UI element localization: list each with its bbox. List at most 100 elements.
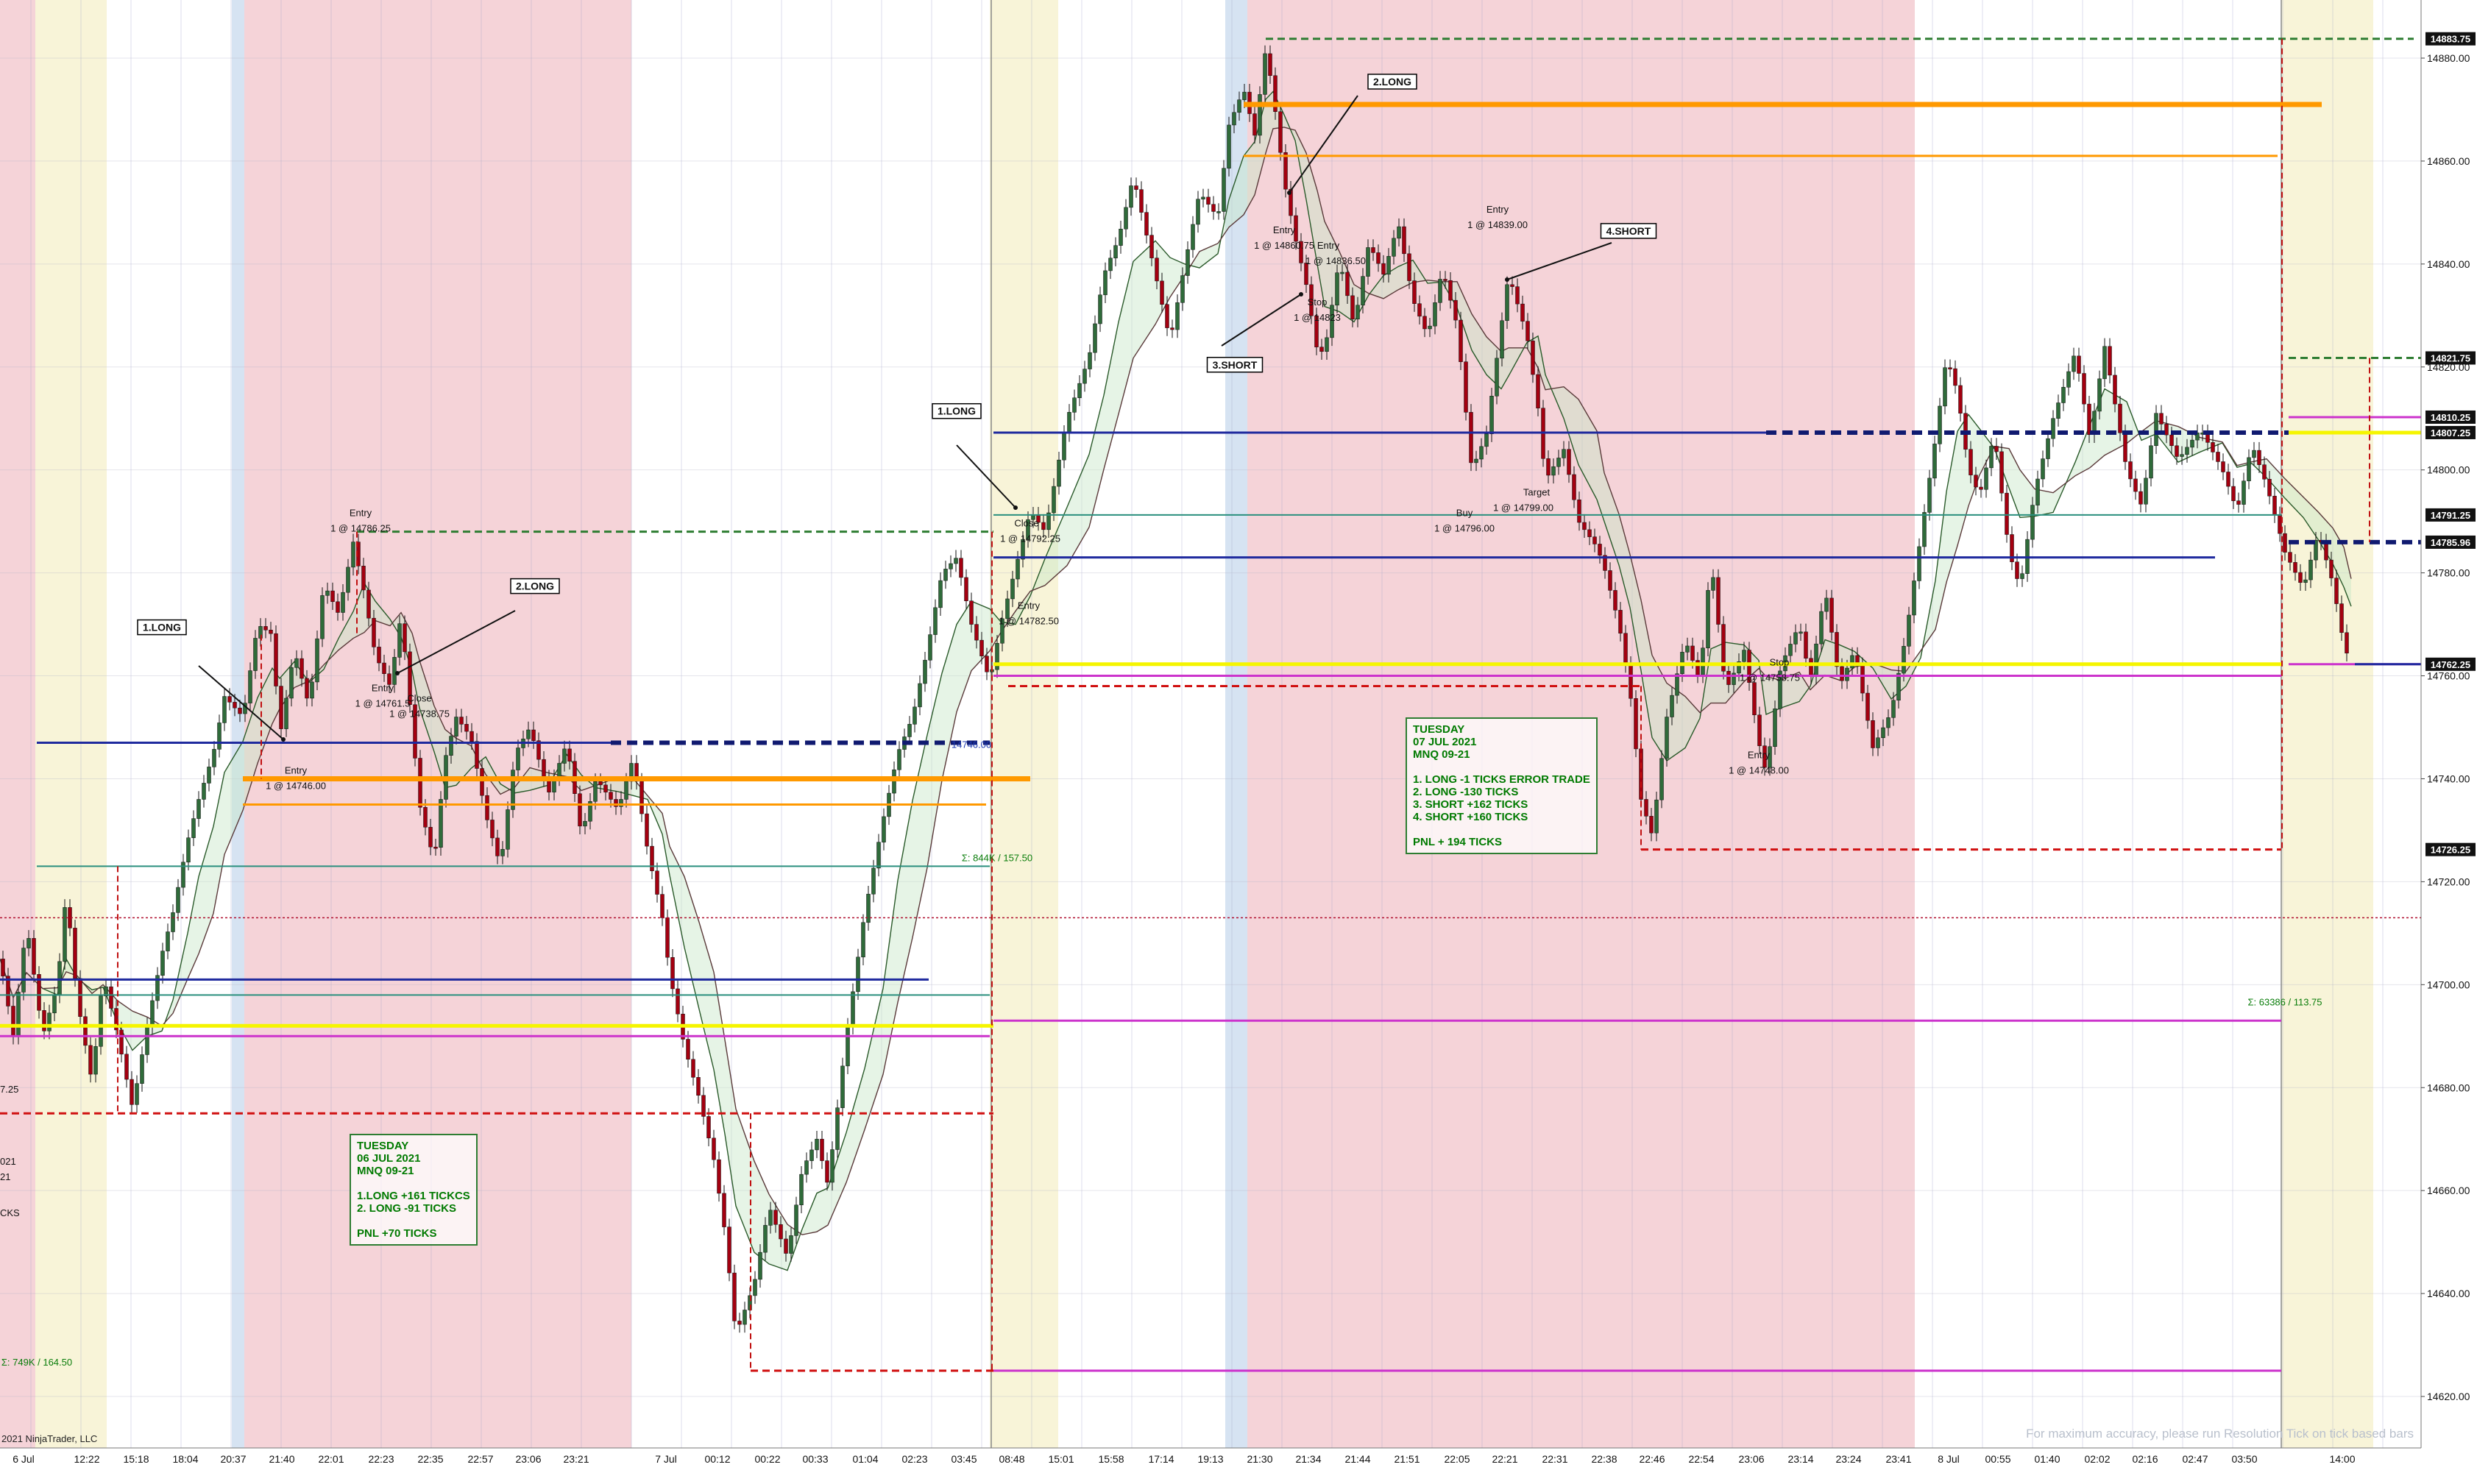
candle <box>1191 224 1195 250</box>
candle <box>377 647 381 664</box>
candle <box>454 717 458 736</box>
candle <box>1845 667 1849 681</box>
trade-annotation: Entry <box>1748 749 1771 760</box>
candle <box>2082 373 2086 405</box>
trade-annotation: 1 @ 14839.00 <box>1467 219 1528 230</box>
time-tick-label: 23:14 <box>1787 1453 1813 1465</box>
candle <box>1634 698 1638 750</box>
time-tick-label: 00:12 <box>704 1453 730 1465</box>
candle <box>2046 438 2050 459</box>
price-chart-svg[interactable]: 1.LONG 2.LONG 1.LONG 2.LONG 3.SHORT 4.SHORT En… <box>0 0 2477 1480</box>
candle <box>1896 672 1901 701</box>
candle <box>325 590 330 596</box>
candle <box>2035 478 2040 505</box>
time-tick-label: 22:57 <box>467 1453 493 1465</box>
time-tick-label: 22:31 <box>1542 1453 1567 1465</box>
trade-annotation: Σ: 749K / 164.50 <box>1 1357 72 1368</box>
trade-annotation: Stop <box>1308 297 1328 308</box>
candle <box>403 623 407 653</box>
candle <box>1495 358 1499 397</box>
candle <box>949 563 953 569</box>
candle <box>1515 286 1520 305</box>
candle <box>1773 709 1777 747</box>
candle <box>186 837 191 863</box>
candle <box>78 978 82 1017</box>
candle <box>1685 645 1690 653</box>
candle <box>320 595 325 639</box>
price-tick-label: 14720.00 <box>2427 876 2470 887</box>
candle <box>784 1238 788 1254</box>
trade-label: 2.LONG <box>516 581 554 592</box>
candle <box>233 702 237 709</box>
candle <box>779 1224 783 1240</box>
candle <box>2118 403 2122 433</box>
candle <box>1829 597 1834 633</box>
price-marker-label: 14785.96 <box>2431 537 2470 548</box>
candle <box>1206 196 1211 205</box>
time-tick-label: 00:22 <box>754 1453 780 1465</box>
candle <box>1088 352 1092 369</box>
candle <box>1103 270 1108 296</box>
candle <box>1165 304 1169 328</box>
time-tick-label: 22:01 <box>318 1453 344 1465</box>
candle <box>660 894 665 918</box>
candle <box>743 1310 747 1325</box>
candle <box>99 995 103 1047</box>
candle <box>1757 714 1762 746</box>
candle <box>1850 655 1854 669</box>
candle <box>974 624 979 641</box>
candle <box>73 928 77 979</box>
candle <box>1649 816 1654 834</box>
time-tick-label: 02:16 <box>2132 1453 2158 1465</box>
note-line: 07 JUL 2021 <box>1413 735 1477 748</box>
time-tick-label: 21:44 <box>1344 1453 1370 1465</box>
annotation-arrow-head <box>1505 277 1509 282</box>
candle <box>1397 226 1401 239</box>
candle <box>2339 603 2344 633</box>
candle <box>954 558 958 564</box>
candle <box>150 1000 155 1026</box>
candle <box>1402 226 1406 255</box>
candle <box>1799 631 1803 634</box>
time-tick-label: 02:47 <box>2182 1453 2208 1465</box>
time-tick-label: 08:48 <box>999 1453 1024 1465</box>
trade-annotation: 1 @ 14761.5 <box>355 698 411 709</box>
price-axis-bg <box>2421 0 2477 1480</box>
candle <box>1108 258 1113 271</box>
candle <box>341 592 345 613</box>
candle <box>207 767 211 784</box>
candle <box>531 729 536 741</box>
candle <box>1701 647 1705 675</box>
candle <box>799 1174 804 1206</box>
candle <box>773 1210 778 1225</box>
session-band <box>990 0 1058 1448</box>
candle <box>1711 577 1715 591</box>
candle <box>2247 457 2251 481</box>
candle <box>351 542 355 568</box>
candle <box>217 723 222 750</box>
candle <box>856 956 860 993</box>
candle <box>1505 284 1509 322</box>
candle <box>2015 561 2019 579</box>
candle <box>2231 486 2236 501</box>
price-marker-label: 14791.25 <box>2431 510 2470 521</box>
candle <box>2133 478 2138 492</box>
candle <box>284 697 288 729</box>
candle <box>1371 247 1375 253</box>
candle <box>933 607 938 635</box>
candle <box>943 569 948 581</box>
candle <box>1891 700 1896 718</box>
trade-annotation: 21 <box>0 1171 10 1182</box>
session-band <box>2281 0 2373 1448</box>
candle <box>645 813 649 847</box>
candle <box>918 683 922 708</box>
candle <box>2030 505 2035 540</box>
candle <box>1258 94 1262 136</box>
time-tick-label: 23:21 <box>563 1453 589 1465</box>
candle <box>336 601 340 613</box>
candle <box>2190 439 2194 448</box>
candle <box>1155 258 1159 282</box>
candle <box>26 938 31 948</box>
candle <box>696 1077 701 1096</box>
candle <box>1958 385 1963 413</box>
